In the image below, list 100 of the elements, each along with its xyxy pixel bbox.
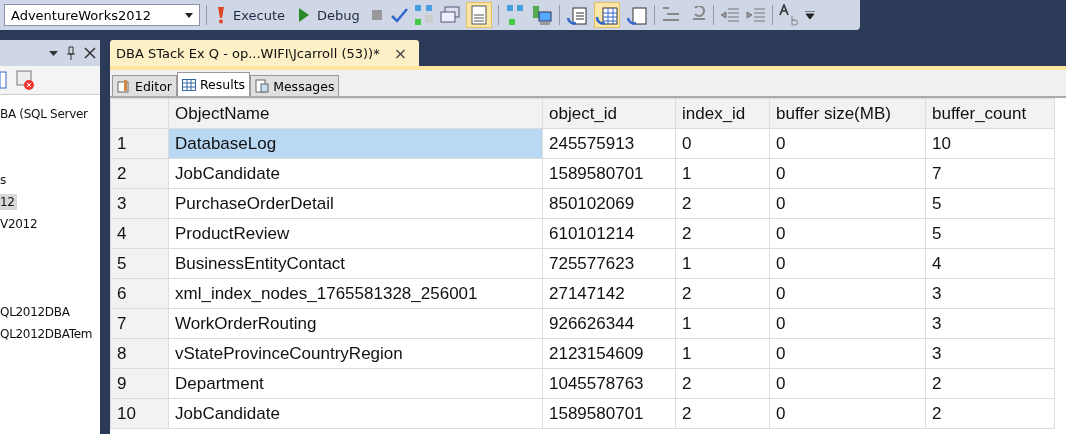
table-cell: 3: [925, 278, 1055, 309]
table-cell: 0: [769, 218, 926, 249]
table-cell: BusinessEntityContact: [168, 248, 543, 279]
table-cell: JobCandidate: [168, 158, 543, 189]
results-to-text-icon[interactable]: [565, 4, 588, 26]
results-pane-icon[interactable]: [465, 2, 492, 28]
table-cell: 2: [675, 398, 770, 429]
row-number: 5: [110, 248, 169, 279]
table-cell: ProductReview: [168, 218, 543, 249]
table-cell: xml_index_nodes_1765581328_256001: [168, 278, 543, 309]
document-title: DBA STack Ex Q - op...WIFI\Jcarroll (53))*: [116, 45, 380, 61]
table-cell: 2: [675, 278, 770, 309]
table-cell: 1: [675, 248, 770, 279]
grid-icon: [182, 78, 196, 91]
table-cell: PurchaseOrderDetail: [168, 188, 543, 219]
tree-node[interactable]: 12: [0, 194, 17, 210]
table-cell: 1589580701: [542, 398, 676, 429]
row-number: 4: [110, 218, 169, 249]
row-number: 8: [110, 338, 169, 369]
table-cell: 0: [769, 308, 926, 339]
computer-icon[interactable]: [530, 4, 553, 26]
result-tab[interactable]: Results: [177, 72, 251, 96]
table-cell: 0: [769, 188, 926, 219]
table-cell: 1: [675, 338, 770, 369]
messages-icon: [255, 79, 270, 93]
table-cell: 2: [675, 188, 770, 219]
overflow-icon[interactable]: [804, 11, 815, 19]
table-cell: 0: [675, 128, 770, 159]
table-cell: 0: [769, 338, 926, 369]
table-cell: 5: [925, 188, 1055, 219]
row-number: 6: [110, 278, 169, 309]
table-cell: 2123154609: [542, 338, 676, 369]
play-icon: [299, 8, 309, 22]
table-cell: 1: [675, 308, 770, 339]
outdent-icon[interactable]: [719, 6, 740, 24]
row-number: 1: [110, 128, 169, 159]
table-cell: 245575913: [542, 128, 676, 159]
close-tab-button[interactable]: ×: [393, 43, 408, 63]
results-to-grid-icon[interactable]: [593, 2, 620, 28]
column-header[interactable]: buffer_count: [925, 98, 1055, 129]
table-cell: 3: [925, 308, 1055, 339]
exclamation-icon: [217, 6, 225, 24]
diagram-icon[interactable]: [413, 4, 434, 26]
table-cell: 4: [925, 248, 1055, 279]
table-cell: 610101214: [542, 218, 676, 249]
table-cell: WorkOrderRouting: [168, 308, 543, 339]
tree-node[interactable]: QL2012DBA: [0, 304, 72, 320]
caret-icon: [185, 12, 193, 18]
table-cell: 1045578763: [542, 368, 676, 399]
stop-icon[interactable]: [369, 8, 384, 22]
table-cell: 926626344: [542, 308, 676, 339]
row-number: 2: [110, 158, 169, 189]
comment-icon[interactable]: [660, 6, 681, 24]
table-cell: 10: [925, 128, 1055, 159]
table-cell: DatabaseLog: [168, 128, 543, 159]
document-tab[interactable]: DBA STack Ex Q - op...WIFI\Jcarroll (53))* ×: [110, 40, 420, 66]
table-cell: 2: [925, 398, 1055, 429]
column-header[interactable]: buffer size(MB): [769, 98, 926, 129]
table-cell: JobCandidate: [168, 398, 543, 429]
row-number: 7: [110, 308, 169, 339]
result-tab[interactable]: Editor: [112, 75, 177, 96]
table-cell: 2: [675, 368, 770, 399]
table-cell: 7: [925, 158, 1055, 189]
row-number: 9: [110, 368, 169, 399]
column-header[interactable]: index_id: [675, 98, 770, 129]
table-cell: 0: [769, 128, 926, 159]
table-cell: 0: [769, 398, 926, 429]
row-number: 10: [110, 398, 169, 429]
dropdown-icon[interactable]: [49, 50, 58, 56]
tree-node[interactable]: QL2012DBATem: [0, 326, 95, 342]
row-number: 3: [110, 188, 169, 219]
table-cell: 3: [925, 338, 1055, 369]
table-cell: 0: [769, 248, 926, 279]
windows-icon[interactable]: [439, 6, 460, 24]
table-cell: 2: [925, 368, 1055, 399]
column-header[interactable]: ObjectName: [168, 98, 543, 129]
table-cell: 2: [675, 218, 770, 249]
table-cell: 0: [769, 368, 926, 399]
results-to-file-icon[interactable]: [625, 4, 648, 26]
table-cell: 5: [925, 218, 1055, 249]
table-cell: 1: [675, 158, 770, 189]
table-cell: 1589580701: [542, 158, 676, 189]
editor-icon: [117, 79, 131, 93]
pin-icon[interactable]: [66, 46, 76, 60]
close-icon[interactable]: [84, 47, 96, 59]
table-cell: 27147142: [542, 278, 676, 309]
tree-node[interactable]: BA (SQL Server: [0, 106, 90, 122]
column-header[interactable]: object_id: [542, 98, 676, 129]
result-tab[interactable]: Messages: [250, 75, 340, 96]
indent-icon[interactable]: [745, 6, 766, 24]
checkmark-icon[interactable]: [389, 7, 408, 23]
database-dropdown[interactable]: AdventureWorks2012: [4, 4, 200, 26]
debug-button[interactable]: Debug: [295, 7, 364, 23]
table-cell: 725577623: [542, 248, 676, 279]
tree-node[interactable]: s: [0, 172, 8, 188]
tree-node[interactable]: V2012: [0, 216, 40, 232]
execute-button[interactable]: Execute: [213, 6, 289, 24]
table-cell: 0: [769, 278, 926, 309]
table-cell: 850102069: [542, 188, 676, 219]
table-cell: vStateProvinceCountryRegion: [168, 338, 543, 369]
